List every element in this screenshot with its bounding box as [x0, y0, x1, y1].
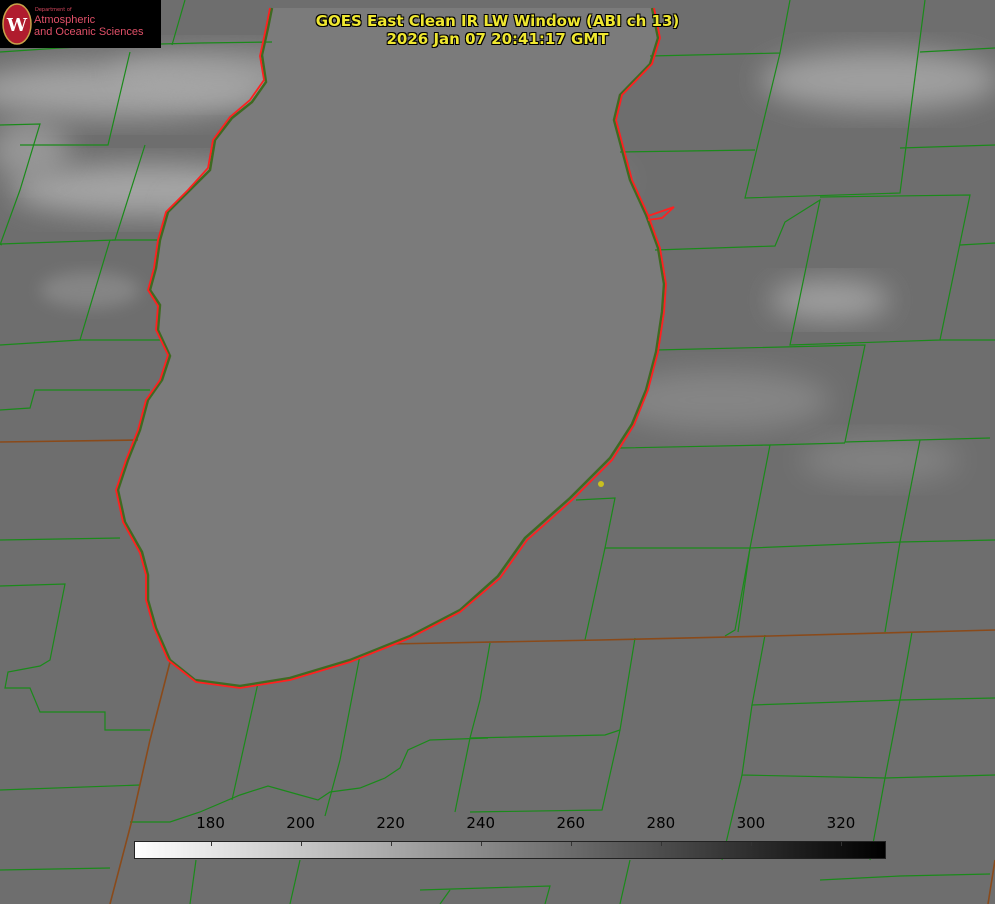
colorbar-tick [480, 842, 482, 846]
colorbar-tick-label: 240 [466, 814, 496, 832]
title-line2: 2026 Jan 07 20:41:17 GMT [386, 30, 609, 48]
colorbar-tick-label: 260 [556, 814, 586, 832]
colorbar-tick [300, 842, 302, 846]
colorbar-tick-label: 200 [286, 814, 315, 832]
colorbar-tick-label: 320 [826, 814, 856, 832]
colorbar-tick [570, 842, 572, 846]
image-title: GOES East Clean IR LW Window (ABI ch 13)… [0, 12, 995, 48]
satellite-map [0, 0, 995, 904]
colorbar-tick-label: 180 [196, 814, 225, 832]
colorbar [134, 841, 886, 859]
colorbar-tick-label: 280 [646, 814, 676, 832]
colorbar-tick [660, 842, 662, 846]
colorbar-tick [840, 842, 842, 846]
colorbar-labels: 180 200 220 240 260 280 300 320 [0, 814, 995, 834]
colorbar-tick [390, 842, 392, 846]
colorbar-tick [750, 842, 752, 846]
title-line1: GOES East Clean IR LW Window (ABI ch 13) [315, 12, 680, 30]
colorbar-tick-label: 220 [376, 814, 405, 832]
site-marker [598, 481, 604, 487]
colorbar-tick [210, 842, 212, 846]
colorbar-tick-label: 300 [736, 814, 766, 832]
